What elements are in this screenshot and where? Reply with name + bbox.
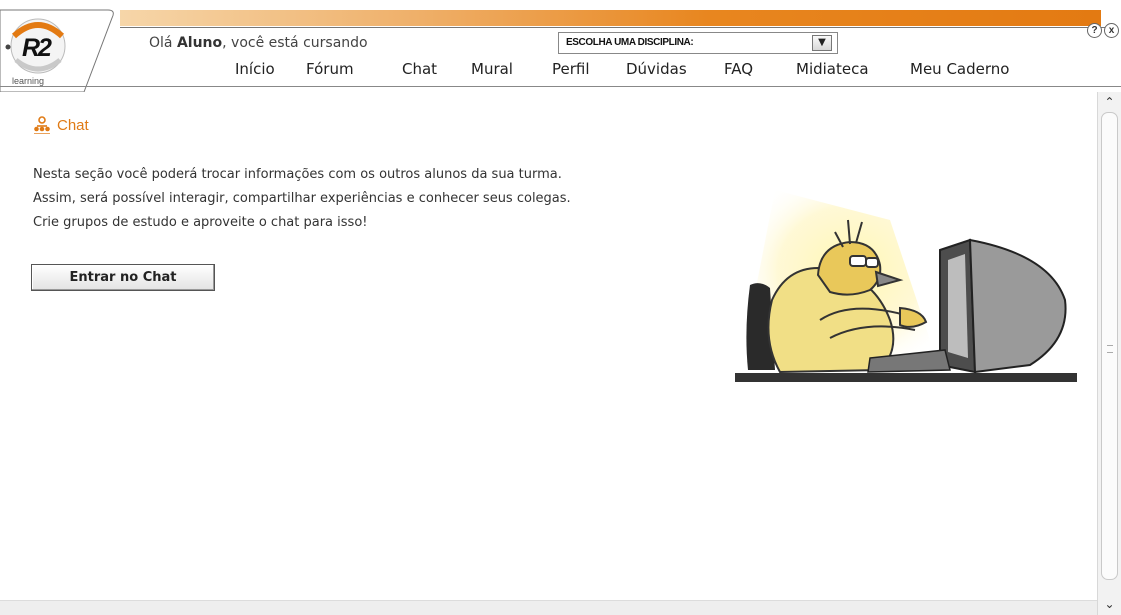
- grip-icon: [1107, 345, 1113, 353]
- nav-item-duvidas[interactable]: Dúvidas: [626, 60, 687, 78]
- discipline-select-value: ESCOLHA UMA DISCIPLINA:: [566, 37, 694, 48]
- description: Nesta seção você poderá trocar informaçõ…: [33, 163, 571, 235]
- app-window: R2 learning Olá Aluno, você está cursand…: [0, 0, 1121, 615]
- nav-item-forum[interactable]: Fórum: [306, 60, 354, 78]
- nav-item-chat[interactable]: Chat: [402, 60, 437, 78]
- user-name: Aluno: [176, 35, 223, 51]
- svg-text:R2: R2: [22, 34, 52, 62]
- description-line: Nesta seção você poderá trocar informaçõ…: [33, 167, 562, 182]
- discipline-select[interactable]: ESCOLHA UMA DISCIPLINA: ▼: [558, 32, 838, 54]
- description-line: Assim, será possível interagir, comparti…: [33, 191, 571, 206]
- nav-item-mural[interactable]: Mural: [471, 60, 513, 78]
- chat-illustration: [735, 190, 1077, 382]
- horizontal-scrollbar: [0, 600, 1097, 615]
- chevron-down-icon[interactable]: ▼: [812, 35, 832, 51]
- nav-item-meu-caderno[interactable]: Meu Caderno: [910, 60, 1009, 78]
- nav-item-midiateca[interactable]: Midiateca: [796, 60, 869, 78]
- divider: [0, 86, 1121, 87]
- enter-chat-button[interactable]: Entrar no Chat: [31, 264, 215, 291]
- people-icon: [34, 116, 50, 134]
- vertical-scrollbar[interactable]: ⌃ ⌄: [1097, 92, 1121, 615]
- close-button[interactable]: x: [1104, 23, 1119, 38]
- svg-text:learning: learning: [12, 76, 44, 86]
- chevron-up-icon[interactable]: ⌃: [1101, 94, 1118, 111]
- welcome-text: Olá Aluno, você está cursando: [149, 35, 368, 51]
- page-title-text: Chat: [57, 116, 89, 134]
- nav-item-faq[interactable]: FAQ: [724, 60, 753, 78]
- divider: [120, 27, 1116, 28]
- r2-learning-logo: R2 learning: [0, 9, 114, 92]
- page-title: Chat: [33, 116, 89, 134]
- description-line: Crie grupos de estudo e aproveite o chat…: [33, 215, 368, 230]
- nav-item-perfil[interactable]: Perfil: [552, 60, 590, 78]
- scroll-thumb[interactable]: [1101, 112, 1118, 580]
- nav-item-inicio[interactable]: Início: [235, 60, 275, 78]
- header: R2 learning Olá Aluno, você está cursand…: [0, 0, 1121, 92]
- header-accent-bar: [120, 10, 1101, 26]
- greeting-prefix: Olá: [149, 35, 177, 51]
- help-button[interactable]: ?: [1087, 23, 1102, 38]
- greeting-suffix: , você está cursando: [222, 35, 368, 51]
- chevron-down-icon[interactable]: ⌄: [1101, 596, 1118, 613]
